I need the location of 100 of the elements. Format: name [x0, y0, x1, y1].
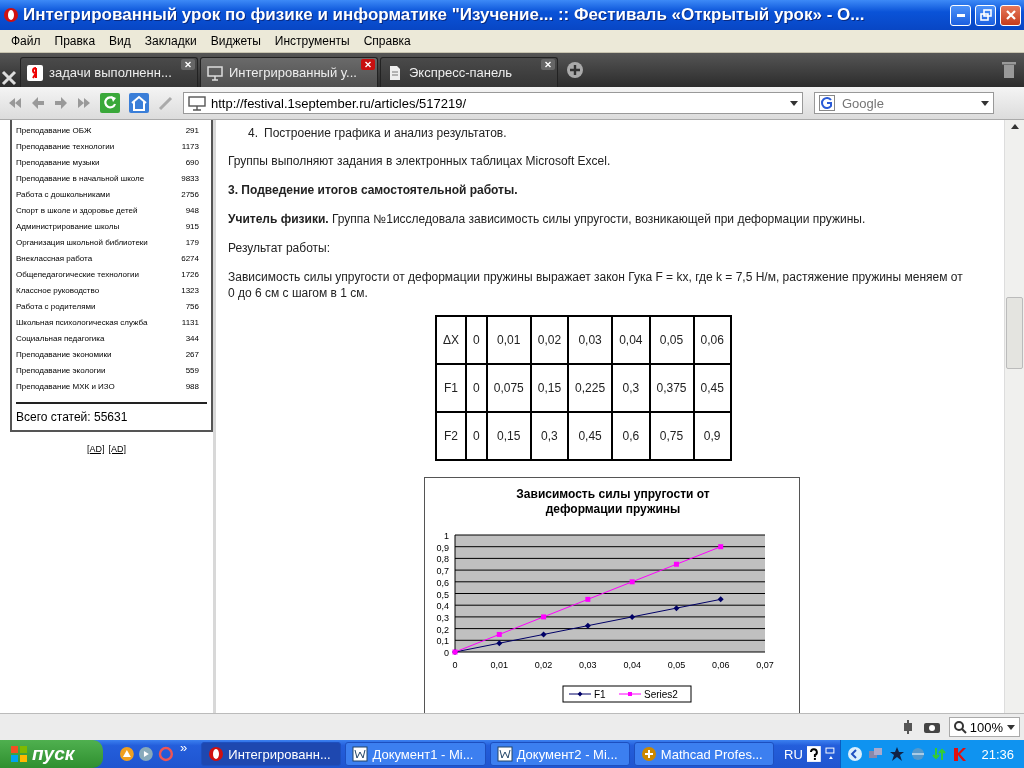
- browser-tab[interactable]: Интегрированный у...: [200, 57, 378, 87]
- scroll-thumb[interactable]: [1006, 297, 1023, 369]
- total-articles: Всего статей: 55631: [16, 410, 129, 424]
- taskbar-button[interactable]: Mathcad Profes...: [633, 742, 775, 766]
- category-link[interactable]: Классное руководство: [16, 285, 100, 295]
- camera-icon[interactable]: [922, 720, 941, 734]
- menu-item[interactable]: Справка: [356, 34, 418, 48]
- language-indicator[interactable]: RU: [784, 746, 803, 762]
- document-icon: [496, 746, 513, 762]
- article-count: 690: [185, 157, 199, 167]
- minimize-icon: [956, 13, 965, 17]
- category-link[interactable]: Спорт в школе и здоровье детей: [16, 205, 138, 215]
- menu-item[interactable]: Закладки: [137, 34, 204, 48]
- add-tab-icon[interactable]: [566, 61, 584, 79]
- category-link[interactable]: Работа с родителями: [16, 301, 96, 311]
- axis-tick-label: 0,01: [490, 660, 509, 670]
- page-icon: [188, 95, 206, 111]
- category-link[interactable]: Администрирование школы: [16, 221, 120, 231]
- close-icon[interactable]: [361, 59, 375, 70]
- browser-tab[interactable]: Экспресс-панель: [380, 57, 558, 87]
- table-cell: 0,01: [486, 316, 531, 364]
- scrollbar[interactable]: [1004, 120, 1024, 713]
- article-count: 756: [185, 301, 199, 311]
- data-point: [585, 596, 591, 602]
- axis-tick-label: 0,8: [436, 554, 449, 565]
- category-link[interactable]: Преподавание экономики: [16, 349, 112, 359]
- axis-tick-label: 0,02: [534, 660, 553, 670]
- paragraph: Группы выполняют задания в электронных таблицах Microsoft Excel.: [228, 153, 612, 169]
- category-link[interactable]: Преподавание ОБЖ: [16, 125, 92, 135]
- help-icon[interactable]: [806, 746, 821, 762]
- table-cell: F2: [436, 412, 467, 460]
- restore-icon: [979, 9, 992, 21]
- address-field[interactable]: http://festival.1september.ru/articles/517219/: [183, 92, 803, 114]
- category-link[interactable]: Школьная психологическая служба: [16, 317, 148, 327]
- category-link[interactable]: Организация школьной библиотеки: [16, 237, 148, 247]
- article-count: 344: [185, 333, 199, 343]
- close-icon[interactable]: [181, 59, 195, 70]
- table-cell: 0,075: [486, 364, 531, 412]
- article-count: 948: [185, 205, 199, 215]
- list-item: Построение графика и анализ результатов.: [264, 126, 507, 140]
- axis-tick-label: 0,5: [436, 589, 449, 600]
- search-field[interactable]: Google: [814, 92, 994, 114]
- media-player-icon[interactable]: [138, 746, 155, 762]
- dropdown-icon: [1006, 722, 1016, 732]
- category-link[interactable]: Преподавание экологии: [16, 365, 106, 375]
- table-cell: 0,3: [530, 412, 569, 460]
- star-icon[interactable]: [889, 746, 906, 762]
- table-cell: 0,75: [649, 412, 694, 460]
- category-link[interactable]: Социальная педагогика: [16, 333, 105, 343]
- tools-icon[interactable]: [0, 69, 18, 87]
- chart-title: Зависимость силы упругости от деформации пружины: [516, 487, 710, 516]
- calculator-icon: [640, 746, 657, 762]
- reload-icon[interactable]: [100, 93, 120, 113]
- triangle-app-icon[interactable]: [118, 746, 135, 762]
- article-count: 1323: [181, 285, 199, 295]
- category-link[interactable]: Преподавание технологии: [16, 141, 115, 151]
- axis-tick-label: 0,6: [436, 577, 449, 588]
- article-count: 559: [185, 365, 199, 375]
- article-count: 2756: [181, 189, 199, 199]
- expand-icon[interactable]: [847, 746, 864, 762]
- menu-item[interactable]: Файл: [4, 34, 48, 48]
- minimize-button[interactable]: [950, 4, 971, 26]
- data-point: [541, 614, 547, 620]
- table-cell: 0,02: [530, 316, 569, 364]
- axis-tick-label: 0,3: [436, 612, 449, 623]
- category-link[interactable]: Внеклассная работа: [16, 253, 93, 263]
- ad-link[interactable]: [AD]: [108, 444, 126, 454]
- ad-link[interactable]: [AD]: [87, 444, 105, 454]
- menu-item[interactable]: Виджеты: [203, 34, 268, 48]
- axis-tick-label: 1: [444, 531, 449, 541]
- taskbar-button[interactable]: Документ2 - Mi...: [489, 742, 630, 766]
- close-icon[interactable]: [541, 59, 555, 70]
- document-icon: [387, 64, 403, 81]
- google-icon: [819, 95, 835, 111]
- menu-item[interactable]: Инструменты: [267, 34, 357, 48]
- menu-item[interactable]: Правка: [47, 34, 103, 48]
- category-link[interactable]: Преподавание в начальной школе: [16, 173, 145, 183]
- axis-tick-label: 0,1: [436, 636, 449, 647]
- home-icon[interactable]: [129, 93, 149, 113]
- category-link[interactable]: Преподавание музыки: [16, 157, 100, 167]
- category-link[interactable]: Общепедагогические технологии: [16, 269, 139, 279]
- windows-icon[interactable]: [824, 746, 837, 762]
- taskbar-button[interactable]: Документ1 - Mi...: [345, 742, 486, 766]
- article-count: 1726: [181, 269, 199, 279]
- trash-icon[interactable]: [1002, 61, 1016, 79]
- browser-tab[interactable]: задачи выполненн...: [20, 57, 198, 87]
- more-chevron[interactable]: »: [180, 740, 188, 755]
- category-link[interactable]: Работа с дошкольниками: [16, 189, 111, 199]
- close-button[interactable]: [1000, 4, 1021, 26]
- data-point: [718, 544, 724, 550]
- zoom-control[interactable]: 100%: [948, 717, 1020, 737]
- menu-item[interactable]: Вид: [102, 34, 138, 48]
- data-point: [717, 596, 724, 603]
- taskbar-button[interactable]: Интегрированн...: [201, 742, 342, 766]
- paragraph: Зависимость силы упругости от деформации пружины выражает закон Гука F = kx, где k = 7,5 Н/м, растяжение пружины меняем от 0 до 6 см с шагом в 1 см.: [228, 269, 964, 301]
- category-link[interactable]: Преподавание МХК и ИЗО: [16, 381, 115, 391]
- window-title: Интегрированный урок по физике и информатике "Изучение... :: Фестиваль «Открытый урок» - О...: [23, 5, 866, 25]
- article-count: 6274: [181, 253, 199, 263]
- data-point: [673, 605, 680, 612]
- maximize-button[interactable]: [975, 4, 996, 26]
